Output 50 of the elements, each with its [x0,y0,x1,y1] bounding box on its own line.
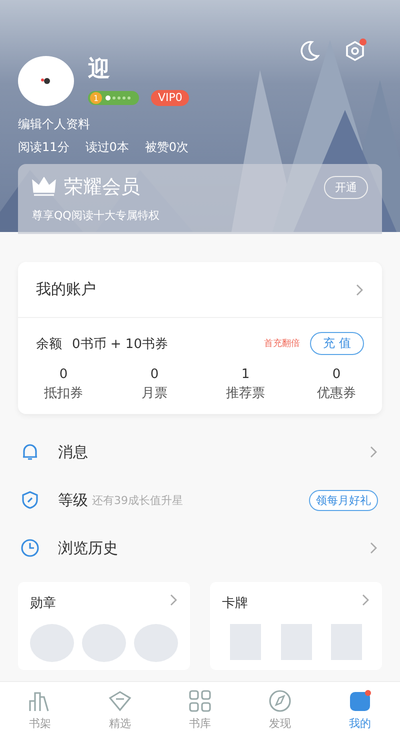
profile-stat: 阅读11分 [18,139,70,156]
medal-placeholder [82,624,126,662]
menu-item[interactable]: 消息 [58,442,88,462]
level-badge: 1 [88,91,139,105]
collection-card[interactable]: 卡牌 [210,582,382,670]
star-dots-icon [105,95,131,101]
vip-badge: VIP0 [151,90,190,106]
crown-icon [32,177,56,197]
gem-icon [107,688,133,712]
chevron-icon [362,594,370,606]
compass-icon [267,688,293,712]
medal-placeholder [134,624,178,662]
shield-icon [20,490,40,510]
hint-text: 还有39成长值升星 [92,492,184,508]
profile-stat: 被赞0次 [144,139,189,156]
grid-icon [187,688,213,712]
stat-value: 0 [332,367,341,382]
collection-card[interactable]: 勋章 [18,582,190,670]
menu-item[interactable]: 等级 [58,490,88,510]
chevron-icon [170,594,178,606]
bell-icon [20,442,40,462]
card-placeholder [230,624,261,660]
profile-icon [347,688,373,712]
stat-value: 0 [59,367,68,382]
stat-value: 1 [241,367,250,382]
chevron-icon [356,284,364,296]
card-placeholder [331,624,362,660]
stat-label[interactable]: 抵扣券 [44,384,83,402]
menu-item[interactable]: 浏览历史 [58,538,118,558]
medal-placeholder [30,624,74,662]
user-name: 迎 [88,56,111,84]
promo-text: 首充翻倍 [264,338,300,350]
collection-title: 勋章 [30,595,56,612]
stat-label[interactable]: 优惠券 [317,384,356,402]
chevron-icon [370,542,378,554]
stat-value: 0 [150,367,159,382]
account-title[interactable]: 我的账户 [36,280,96,299]
clock-icon [20,538,40,558]
stat-label[interactable]: 推荐票 [226,384,265,402]
balance-label: 余额 [36,336,62,352]
balance-value: 0书币 + 10书券 [72,336,169,352]
membership-subtitle: 尊享QQ阅读十大专属特权 [32,208,160,223]
membership-title: 荣耀会员 [64,175,141,200]
moon-icon[interactable] [298,40,320,62]
card-placeholder [280,624,312,660]
profile-stat: 读过0本 [85,139,129,156]
avatar-icon [41,77,51,85]
collection-title: 卡牌 [222,595,248,612]
stat-label[interactable]: 月票 [142,384,168,402]
chevron-icon [370,446,378,458]
